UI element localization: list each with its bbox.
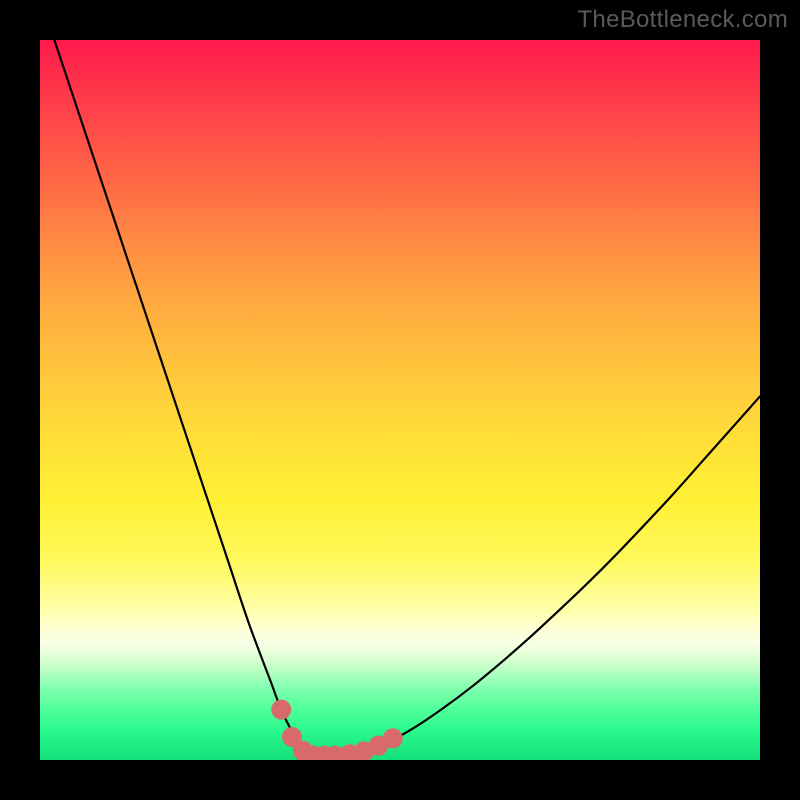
- chart-svg: [40, 40, 760, 760]
- outer-frame: TheBottleneck.com: [0, 0, 800, 800]
- bottleneck-curve-path: [54, 40, 760, 756]
- dot-1: [271, 700, 291, 720]
- marker-dots-group: [271, 700, 403, 760]
- attribution-text: TheBottleneck.com: [577, 6, 788, 34]
- dot-10: [383, 728, 403, 748]
- plot-area: [40, 40, 760, 760]
